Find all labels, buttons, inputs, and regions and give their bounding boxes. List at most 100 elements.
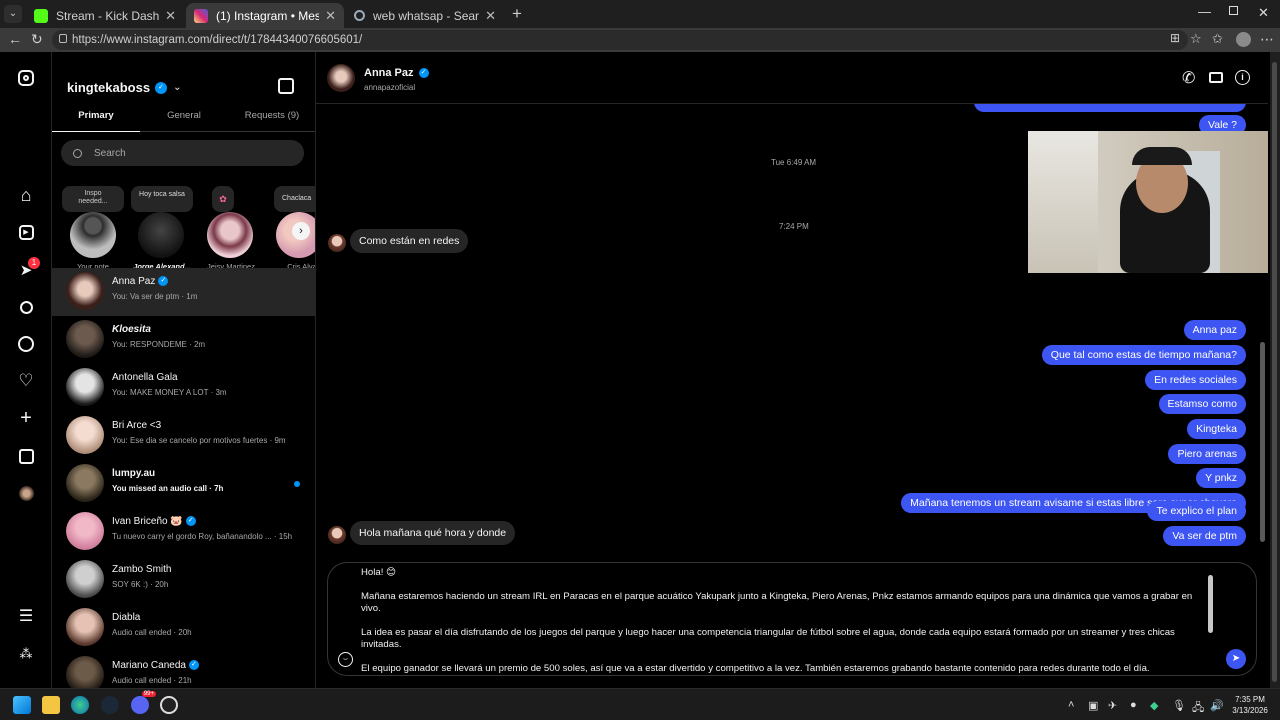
outgoing-message[interactable]: Piero arenas: [1168, 444, 1246, 464]
outgoing-message[interactable]: Estamso como: [1158, 394, 1246, 414]
conversation-item[interactable]: Ivan Briceño 🐷 ✓ Tu nuevo carry el gordo …: [52, 508, 315, 556]
avatar[interactable]: [327, 64, 355, 92]
profile-avatar[interactable]: [19, 486, 34, 501]
thread-scrollbar[interactable]: [1260, 342, 1265, 542]
new-tab-button[interactable]: +: [512, 4, 522, 24]
apps-icon[interactable]: ⁂: [14, 642, 38, 666]
composer-scrollbar[interactable]: [1208, 575, 1213, 633]
reels-icon[interactable]: ▶: [14, 220, 38, 244]
steam-icon[interactable]: [101, 696, 119, 714]
outgoing-message[interactable]: En redes sociales: [1145, 370, 1246, 390]
messages-icon[interactable]: ➤ 1: [14, 257, 40, 282]
refresh-icon[interactable]: ↻: [31, 31, 43, 48]
tab-instagram-messages[interactable]: (1) Instagram • Messages ✕: [186, 3, 344, 28]
new-message-icon[interactable]: [278, 78, 294, 94]
close-icon[interactable]: ✕: [165, 8, 176, 24]
tray-app-icon[interactable]: ✈: [1108, 699, 1117, 712]
conversation-item[interactable]: Kloesita You: RESPONDEME · 2m: [52, 316, 315, 364]
discord-icon[interactable]: 99+: [131, 691, 156, 714]
tray-app-icon[interactable]: ◆: [1150, 699, 1158, 712]
video-call-icon[interactable]: [1209, 72, 1223, 83]
avatar: [66, 368, 104, 406]
favorite-star-icon[interactable]: ☆: [1190, 31, 1202, 47]
avatar: [70, 212, 116, 258]
url-input[interactable]: https://www.instagram.com/direct/t/17844…: [52, 30, 1188, 50]
outgoing-message[interactable]: Te explico el plan: [1147, 501, 1246, 521]
contact-name[interactable]: Anna Paz ✓: [364, 67, 429, 79]
obs-icon[interactable]: [160, 696, 178, 714]
windows-start-icon[interactable]: [13, 696, 31, 714]
explore-icon[interactable]: [14, 332, 38, 356]
conversation-item[interactable]: Antonella Gala You: MAKE MONEY A LOT · 3…: [52, 364, 315, 412]
tray-app-icon[interactable]: ▣: [1088, 699, 1098, 712]
conversation-item[interactable]: Mariano Caneda ✓ Audio call ended · 21h: [52, 652, 315, 688]
page-scrollbar[interactable]: [1270, 52, 1280, 688]
search-input[interactable]: Search: [61, 140, 304, 166]
close-icon[interactable]: ✕: [325, 8, 336, 24]
close-window-button[interactable]: ✕: [1258, 5, 1269, 21]
instagram-icon: [194, 8, 208, 23]
chevron-up-icon[interactable]: ˄: [1068, 699, 1074, 711]
outgoing-message[interactable]: Y pnkz: [1196, 468, 1246, 488]
conversation-item[interactable]: Bri Arce <3 You: Ese dia se cancelo por …: [52, 412, 315, 460]
close-icon[interactable]: ✕: [485, 8, 496, 24]
conversation-item[interactable]: Anna Paz ✓ You: Va ser de ptm · 1m: [52, 268, 315, 316]
clock[interactable]: 7:35 PM 3/13/2026: [1228, 694, 1272, 716]
tab-requests[interactable]: Requests (9): [228, 110, 315, 132]
sender-avatar: [328, 234, 346, 252]
sender-avatar: [328, 526, 346, 544]
microphone-icon[interactable]: 🎙: [1172, 699, 1186, 712]
back-icon[interactable]: ←: [8, 31, 22, 47]
note-bubble: Chaclaca: [274, 186, 315, 212]
tab-menu-button[interactable]: ⌄: [4, 5, 22, 23]
dashboard-icon[interactable]: [14, 444, 38, 468]
conversation-item[interactable]: Zambo Smith SOY 6K :) · 20h: [52, 556, 315, 604]
tab-general[interactable]: General: [140, 110, 228, 132]
note-item[interactable]: ✿ Jeisy Martinez: [200, 186, 262, 271]
conversation-item[interactable]: lumpy.au You missed an audio call · 7h: [52, 460, 315, 508]
tab-kick-dashboard[interactable]: Stream - Kick Dashboard ✕: [26, 3, 184, 28]
profile-avatar[interactable]: [1236, 32, 1251, 47]
favorites-icon[interactable]: ✩: [1212, 31, 1223, 47]
home-icon[interactable]: ⌂: [14, 183, 38, 207]
incoming-message[interactable]: Hola mañana qué hora y donde: [350, 521, 516, 545]
incoming-message[interactable]: Como están en redes: [350, 229, 469, 253]
account-switcher[interactable]: kingtekaboss ✓ ⌄: [67, 80, 181, 95]
volume-icon[interactable]: 🔊: [1210, 699, 1224, 712]
emoji-icon[interactable]: ⌣: [338, 652, 353, 667]
avatar: [66, 512, 104, 550]
create-icon[interactable]: +: [14, 406, 38, 430]
outgoing-message[interactable]: Kingteka: [1187, 419, 1246, 439]
outgoing-message[interactable]: Anna paz: [1183, 320, 1246, 340]
minimize-button[interactable]: —: [1198, 4, 1211, 19]
note-item[interactable]: Hoy toca salsa Jorge Alexand...: [129, 186, 195, 271]
outgoing-message: [974, 104, 1246, 112]
tab-whatsapp-search[interactable]: web whatsap - Search ✕: [346, 3, 504, 28]
phone-icon[interactable]: ✆: [1182, 68, 1195, 88]
maximize-button[interactable]: [1229, 6, 1238, 15]
kick-icon: [34, 8, 48, 23]
heart-icon[interactable]: ♡: [14, 369, 38, 393]
send-button[interactable]: ➤: [1226, 649, 1246, 669]
instagram-nav-rail: ⌂ ▶ ➤ 1 ♡ + ☰ ⁂: [0, 52, 52, 688]
tray-app-icon[interactable]: ●: [1130, 699, 1137, 711]
network-icon[interactable]: 🖧: [1192, 699, 1204, 718]
file-explorer-icon[interactable]: [42, 696, 60, 714]
note-item[interactable]: Inspo needed... Your note: [62, 186, 126, 271]
message-composer[interactable]: Hola! 😊 Mañana estaremos haciendo un str…: [327, 562, 1257, 676]
outgoing-message[interactable]: Que tal como estas de tiempo mañana?: [1041, 345, 1246, 365]
tab-primary[interactable]: Primary: [52, 110, 140, 132]
webcam-overlay: [1028, 131, 1268, 273]
edge-icon[interactable]: [71, 696, 89, 714]
verified-badge-icon: ✓: [185, 516, 196, 527]
conversation-item[interactable]: Diabla Audio call ended · 20h: [52, 604, 315, 652]
outgoing-message[interactable]: Va ser de ptm: [1163, 526, 1246, 546]
more-menu-icon[interactable]: ⋯: [1260, 31, 1274, 48]
menu-icon[interactable]: ☰: [14, 604, 38, 628]
info-icon[interactable]: i: [1235, 70, 1250, 85]
notes-next-button[interactable]: ›: [292, 222, 310, 240]
split-screen-icon[interactable]: ⊞: [1170, 31, 1180, 45]
instagram-logo-icon[interactable]: [14, 66, 38, 90]
search-icon[interactable]: [14, 295, 38, 319]
verified-badge-icon: ✓: [188, 660, 199, 671]
